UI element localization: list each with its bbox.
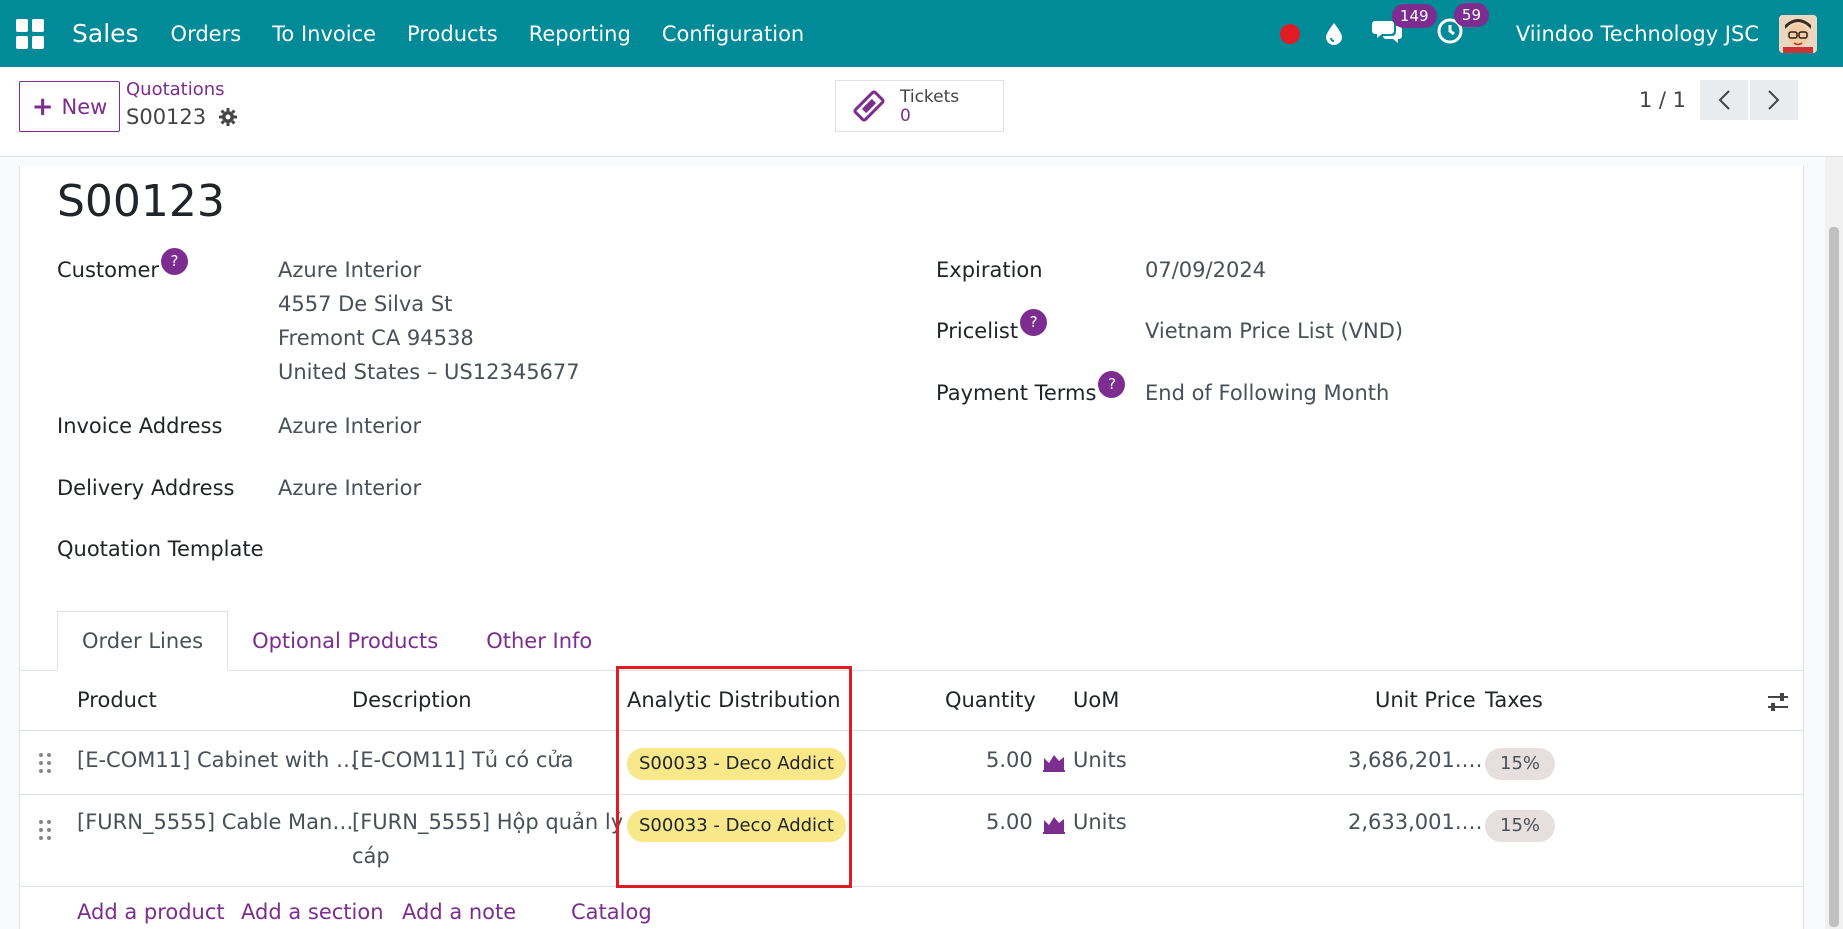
help-icon[interactable]: ?: [1020, 309, 1048, 336]
notebook-tabs: Order Lines Optional Products Other Info: [57, 611, 616, 671]
add-product-link[interactable]: Add a product: [77, 900, 225, 924]
record-icon[interactable]: [1279, 23, 1300, 44]
column-settings-icon[interactable]: [1766, 691, 1790, 713]
add-note-link[interactable]: Add a note: [402, 900, 516, 924]
tab-other-info[interactable]: Other Info: [462, 611, 616, 671]
form-sheet: S00123 Customer? Azure Interior 4557 De …: [19, 166, 1804, 929]
analytic-tag[interactable]: S00033 - Deco Addict: [627, 748, 846, 780]
control-panel: + New Quotations S00123 Tickets 0 1 / 1: [0, 67, 1843, 157]
tab-optional-products[interactable]: Optional Products: [228, 611, 462, 671]
help-icon[interactable]: ?: [1098, 371, 1126, 398]
delivery-address-field[interactable]: Azure Interior: [278, 476, 421, 500]
activities-badge: 59: [1453, 3, 1489, 27]
user-avatar[interactable]: [1779, 14, 1817, 53]
forecast-chart-icon[interactable]: [1043, 752, 1065, 772]
row-product[interactable]: [E-COM11] Cabinet with …: [77, 748, 357, 772]
col-uom[interactable]: UoM: [1073, 688, 1119, 712]
col-product[interactable]: Product: [77, 688, 157, 712]
forecast-chart-icon[interactable]: [1043, 814, 1065, 834]
tickets-label: Tickets: [900, 87, 960, 107]
pricelist-field[interactable]: Vietnam Price List (VND): [1145, 319, 1403, 343]
row-uom[interactable]: Units: [1073, 748, 1127, 772]
activities-button[interactable]: 59: [1436, 3, 1489, 50]
delivery-address-label: Delivery Address: [57, 476, 235, 500]
scroll-thumb[interactable]: [1829, 227, 1839, 927]
menu-configuration[interactable]: Configuration: [662, 22, 804, 46]
pager: 1 / 1: [1639, 80, 1798, 120]
app-name[interactable]: Sales: [72, 19, 139, 48]
tickets-count: 0: [900, 106, 911, 126]
menu-orders[interactable]: Orders: [171, 22, 242, 46]
top-navbar: Sales Orders To Invoice Products Reporti…: [0, 0, 1843, 67]
col-unit-price[interactable]: Unit Price: [1375, 688, 1476, 712]
drag-handle-icon[interactable]: [38, 752, 52, 774]
row-unit-price[interactable]: 2,633,001.…: [1348, 810, 1483, 834]
tax-tag[interactable]: 15%: [1485, 748, 1556, 780]
messages-button[interactable]: 149: [1371, 4, 1437, 49]
invoice-address-label: Invoice Address: [57, 414, 223, 438]
menu-reporting[interactable]: Reporting: [529, 22, 631, 46]
menu-to-invoice[interactable]: To Invoice: [272, 22, 376, 46]
col-analytic-distribution[interactable]: Analytic Distribution: [627, 688, 841, 712]
chevron-left-icon: [1718, 90, 1730, 110]
col-quantity[interactable]: Quantity: [945, 688, 1036, 712]
drop-icon[interactable]: [1324, 22, 1344, 46]
invoice-address-field[interactable]: Azure Interior: [278, 414, 421, 438]
row-description[interactable]: [FURN_5555] Hộp quản lý: [352, 810, 623, 834]
tab-order-lines[interactable]: Order Lines: [57, 611, 229, 671]
tax-tag[interactable]: 15%: [1485, 810, 1556, 842]
company-switcher[interactable]: Viindoo Technology JSC: [1516, 22, 1759, 46]
row-uom[interactable]: Units: [1073, 810, 1127, 834]
row-description[interactable]: [E-COM11] Tủ có cửa: [352, 748, 574, 772]
quotation-template-label: Quotation Template: [57, 537, 264, 561]
row-description-line-2[interactable]: cáp: [352, 844, 390, 868]
plus-icon: +: [31, 91, 54, 122]
row-quantity[interactable]: 5.00: [986, 748, 1033, 772]
customer-label: Customer?: [57, 248, 189, 282]
add-section-link[interactable]: Add a section: [241, 900, 384, 924]
breadcrumb-quotations[interactable]: Quotations: [126, 79, 225, 100]
row-quantity[interactable]: 5.00: [986, 810, 1033, 834]
drag-handle-icon[interactable]: [38, 819, 52, 841]
col-taxes[interactable]: Taxes: [1485, 688, 1543, 712]
row-product[interactable]: [FURN_5555] Cable Man…: [77, 810, 353, 834]
row-unit-price[interactable]: 3,686,201.…: [1348, 748, 1483, 772]
menu-products[interactable]: Products: [407, 22, 498, 46]
pricelist-label: Pricelist?: [936, 309, 1048, 343]
page-scrollbar[interactable]: [1825, 157, 1843, 929]
new-button[interactable]: + New: [19, 81, 120, 132]
customer-name[interactable]: Azure Interior: [278, 258, 421, 282]
pager-previous-button[interactable]: [1700, 80, 1748, 120]
analytic-tag[interactable]: S00033 - Deco Addict: [627, 810, 846, 842]
help-icon[interactable]: ?: [161, 248, 189, 275]
customer-city: Fremont CA 94538: [278, 326, 474, 350]
expiration-label: Expiration: [936, 258, 1043, 282]
gear-icon[interactable]: [218, 107, 238, 127]
customer-street: 4557 De Silva St: [278, 292, 453, 316]
breadcrumb-current: S00123: [126, 105, 238, 129]
chevron-right-icon: [1768, 90, 1780, 110]
catalog-link[interactable]: Catalog: [571, 900, 652, 924]
table-row[interactable]: [FURN_5555] Cable Man… [FURN_5555] Hộp q…: [20, 795, 1803, 887]
messages-badge: 149: [1391, 4, 1437, 28]
payment-terms-field[interactable]: End of Following Month: [1145, 381, 1389, 405]
order-lines-header: Product Description Analytic Distributio…: [20, 671, 1803, 731]
table-row[interactable]: [E-COM11] Cabinet with … [E-COM11] Tủ có…: [20, 732, 1803, 795]
expiration-field[interactable]: 07/09/2024: [1145, 258, 1266, 282]
customer-country: United States – US12345677: [278, 360, 580, 384]
record-name: S00123: [126, 105, 207, 129]
payment-terms-label: Payment Terms?: [936, 371, 1126, 405]
col-description[interactable]: Description: [352, 688, 472, 712]
record-title: S00123: [57, 176, 225, 227]
pager-next-button[interactable]: [1750, 80, 1798, 120]
pager-value[interactable]: 1 / 1: [1639, 88, 1686, 112]
tickets-smart-button[interactable]: Tickets 0: [835, 80, 1004, 132]
apps-menu-icon[interactable]: [16, 18, 46, 49]
ticket-icon: [853, 90, 885, 122]
